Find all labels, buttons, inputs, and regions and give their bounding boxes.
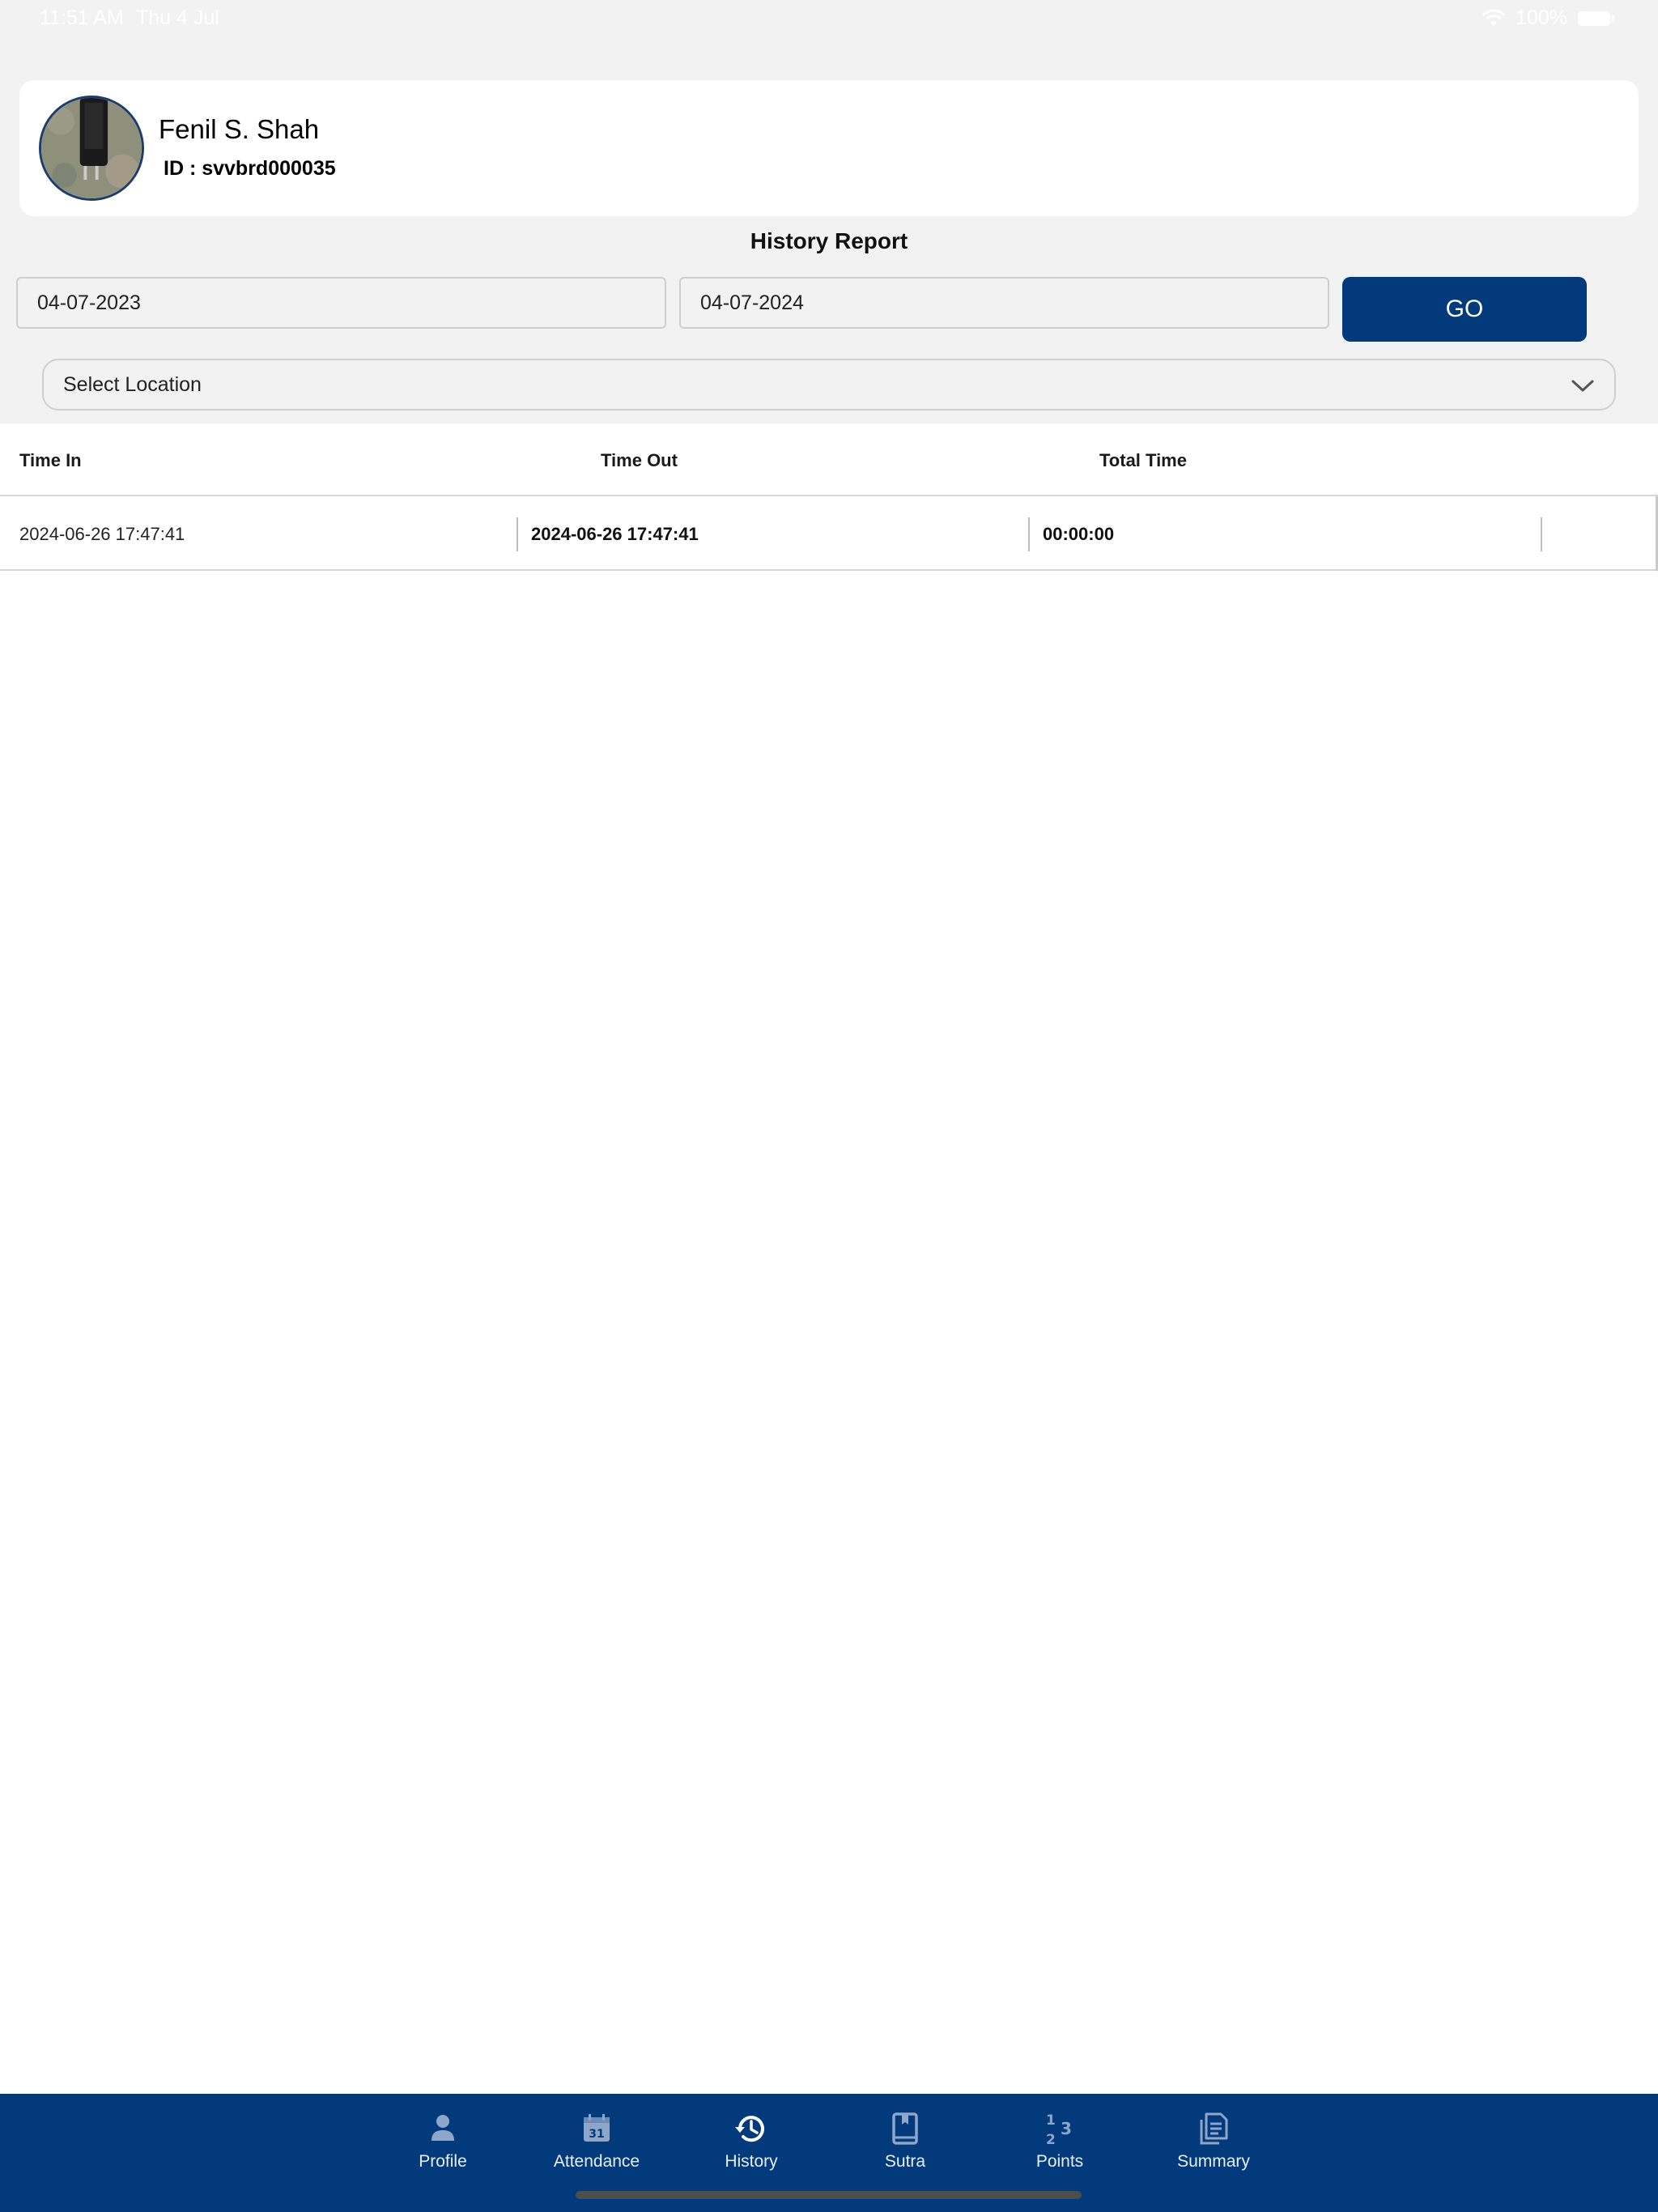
battery-percent: 100% (1516, 6, 1567, 29)
cell-divider (517, 517, 518, 551)
status-bar: 11:51 AM Thu 4 Jul 100% (0, 0, 1658, 39)
status-date: Thu 4 Jul (136, 6, 219, 29)
cell-total-time: 00:00:00 (1043, 524, 1115, 544)
wifi-icon (1482, 9, 1506, 28)
tab-label-sutra: Sutra (884, 2152, 926, 2171)
cell-divider (1541, 517, 1542, 551)
tab-points[interactable]: 1 2 3 Points (991, 2105, 1129, 2186)
table-row[interactable]: 2024-06-26 17:47:41 2024-06-26 17:47:41 … (0, 496, 1658, 571)
go-button[interactable]: GO (1342, 277, 1587, 342)
tab-history[interactable]: History (682, 2105, 820, 2186)
cell-time-out: 2024-06-26 17:47:41 (531, 524, 699, 544)
location-select[interactable]: Select Location (42, 359, 1616, 410)
tab-sutra[interactable]: Sutra (836, 2105, 974, 2186)
tab-label-attendance: Attendance (553, 2152, 640, 2171)
to-date-input[interactable] (679, 277, 1329, 329)
user-name: Fenil S. Shah (159, 114, 320, 144)
status-indicators: 100% (1482, 6, 1616, 30)
tab-label-history: History (725, 2152, 778, 2171)
home-indicator (576, 2191, 1082, 2199)
location-placeholder: Select Location (63, 373, 202, 396)
svg-text:1: 1 (1046, 2112, 1056, 2129)
avatar[interactable] (39, 96, 144, 201)
tab-attendance[interactable]: 31 Attendance (528, 2105, 665, 2186)
history-table: Time In Time Out Total Time 2024-06-26 1… (0, 423, 1658, 2094)
cell-time-in: 2024-06-26 17:47:41 (19, 524, 185, 544)
column-header-time-out: Time Out (601, 450, 678, 470)
tab-label-points: Points (1035, 2152, 1084, 2171)
svg-text:3: 3 (1061, 2119, 1072, 2138)
cell-divider (1028, 517, 1030, 551)
profile-card: Fenil S. Shah ID : svvbrd000035 (19, 80, 1639, 216)
column-header-total-time: Total Time (1099, 450, 1187, 470)
column-header-time-in: Time In (19, 450, 82, 470)
svg-text:31: 31 (589, 2128, 604, 2141)
person-icon (424, 2110, 461, 2147)
tab-label-summary: Summary (1177, 2152, 1250, 2171)
numbers-icon: 1 2 3 (1041, 2110, 1078, 2147)
status-time: 11:51 AM (40, 6, 124, 29)
document-icon (1195, 2110, 1232, 2147)
table-header: Time In Time Out Total Time (0, 423, 1658, 496)
tab-profile[interactable]: Profile (374, 2105, 512, 2186)
calendar-icon: 31 (578, 2110, 615, 2147)
chevron-down-icon (1571, 375, 1595, 396)
tab-summary[interactable]: Summary (1145, 2105, 1282, 2186)
user-id: ID : svvbrd000035 (164, 157, 336, 180)
battery-icon (1577, 10, 1616, 28)
book-icon (886, 2110, 924, 2147)
app-screen: 11:51 AM Thu 4 Jul 100% Fenil S. Shah ID… (0, 0, 1658, 2212)
svg-text:2: 2 (1046, 2132, 1056, 2147)
from-date-input[interactable] (16, 277, 666, 329)
history-icon (733, 2110, 770, 2147)
page-title: History Report (750, 228, 908, 253)
tab-label-profile: Profile (419, 2152, 467, 2171)
